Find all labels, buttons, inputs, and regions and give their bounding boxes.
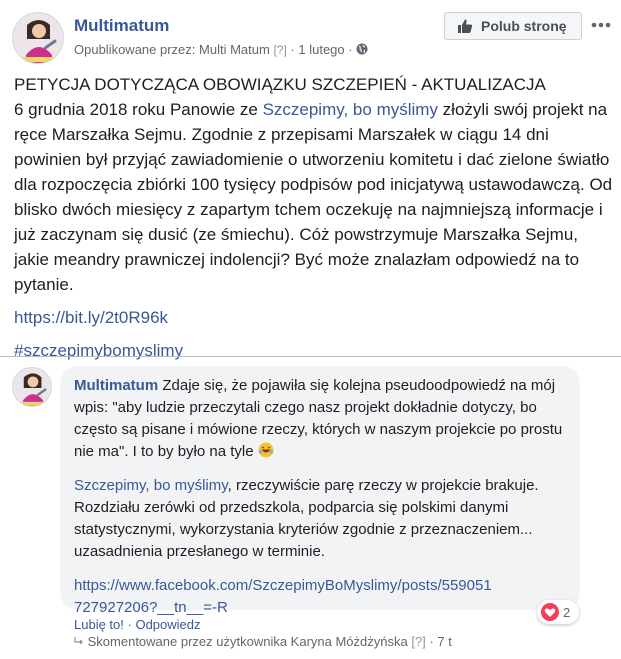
- more-options-button[interactable]: [590, 16, 612, 34]
- more-horizontal-icon: [591, 22, 611, 28]
- post-paragraph: 6 grudnia 2018 roku Panowie ze Szczepimy…: [14, 97, 614, 297]
- hashtag-link[interactable]: #szczepimybomyslimy: [14, 338, 614, 363]
- comment-actions: Lubię to! · Odpowiedz: [74, 617, 201, 632]
- post-text-before-mention: 6 grudnia 2018 roku Panowie ze: [14, 100, 263, 119]
- help-marker[interactable]: [?]: [273, 43, 286, 57]
- reply-link[interactable]: Odpowiedz: [135, 617, 200, 632]
- like-page-label: Polub stronę: [481, 18, 567, 34]
- rolling-on-floor-laughing-emoji-icon: [258, 442, 274, 458]
- page-name-link[interactable]: Multimatum: [74, 16, 169, 36]
- comment-author-link[interactable]: Multimatum: [74, 377, 158, 394]
- post-text-after-mention: złożyli swój projekt na ręce Marszałka S…: [14, 100, 613, 294]
- meta-separator: ·: [290, 42, 295, 57]
- like-comment-link[interactable]: Lubię to!: [74, 617, 124, 632]
- avatar-illustration-icon: [13, 368, 51, 406]
- action-separator: ·: [127, 617, 132, 632]
- comment-first-paragraph: Multimatum Zdaje się, że pojawiła się ko…: [74, 375, 566, 463]
- section-divider: [0, 356, 621, 357]
- post-date[interactable]: 1 lutego: [298, 42, 344, 57]
- comment-time[interactable]: 7 t: [437, 634, 451, 649]
- reaction-count: 2: [563, 604, 571, 620]
- comment-url-link[interactable]: https://www.facebook.com/SzczepimyBoMysl…: [74, 575, 494, 619]
- post-title: PETYCJA DOTYCZĄCA OBOWIĄZKU SZCZEPIEŃ - …: [14, 75, 546, 94]
- post-body: PETYCJA DOTYCZĄCA OBOWIĄZKU SZCZEPIEŃ - …: [14, 72, 614, 363]
- reply-arrow-icon: [74, 637, 83, 645]
- avatar-illustration-icon: [13, 13, 63, 63]
- comment-mention-link[interactable]: Szczepimy, bo myślimy: [74, 477, 228, 494]
- heart-reaction-icon: [541, 603, 559, 621]
- published-by-prefix: Opublikowane przez:: [74, 42, 200, 57]
- time-separator: ·: [429, 634, 434, 649]
- page-avatar[interactable]: [12, 12, 64, 64]
- commented-by-text: Skomentowane przez użytkownika Karyna Mó…: [87, 634, 408, 649]
- comment-second-paragraph: Szczepimy, bo myślimy, rzeczywiście parę…: [74, 475, 566, 563]
- commented-by-line: Skomentowane przez użytkownika Karyna Mó…: [74, 634, 452, 649]
- thumbs-up-icon: [458, 19, 473, 33]
- comment-bubble: Multimatum Zdaje się, że pojawiła się ko…: [60, 366, 580, 616]
- post-header: Multimatum Opublikowane przez: Multi Mat…: [12, 10, 612, 66]
- page-mention-link[interactable]: Szczepimy, bo myślimy: [263, 100, 438, 119]
- comment-avatar[interactable]: [12, 367, 52, 407]
- like-page-button[interactable]: Polub stronę: [444, 12, 582, 40]
- short-url-link[interactable]: https://bit.ly/2t0R96k: [14, 305, 614, 330]
- globe-icon[interactable]: [356, 43, 368, 55]
- post-meta: Opublikowane przez: Multi Matum [?] · 1 …: [74, 42, 368, 57]
- meta-separator-2: ·: [348, 42, 353, 57]
- published-by-name[interactable]: Multi Matum: [199, 42, 270, 57]
- comment-help-marker[interactable]: [?]: [411, 634, 425, 649]
- reaction-summary[interactable]: 2: [537, 600, 579, 624]
